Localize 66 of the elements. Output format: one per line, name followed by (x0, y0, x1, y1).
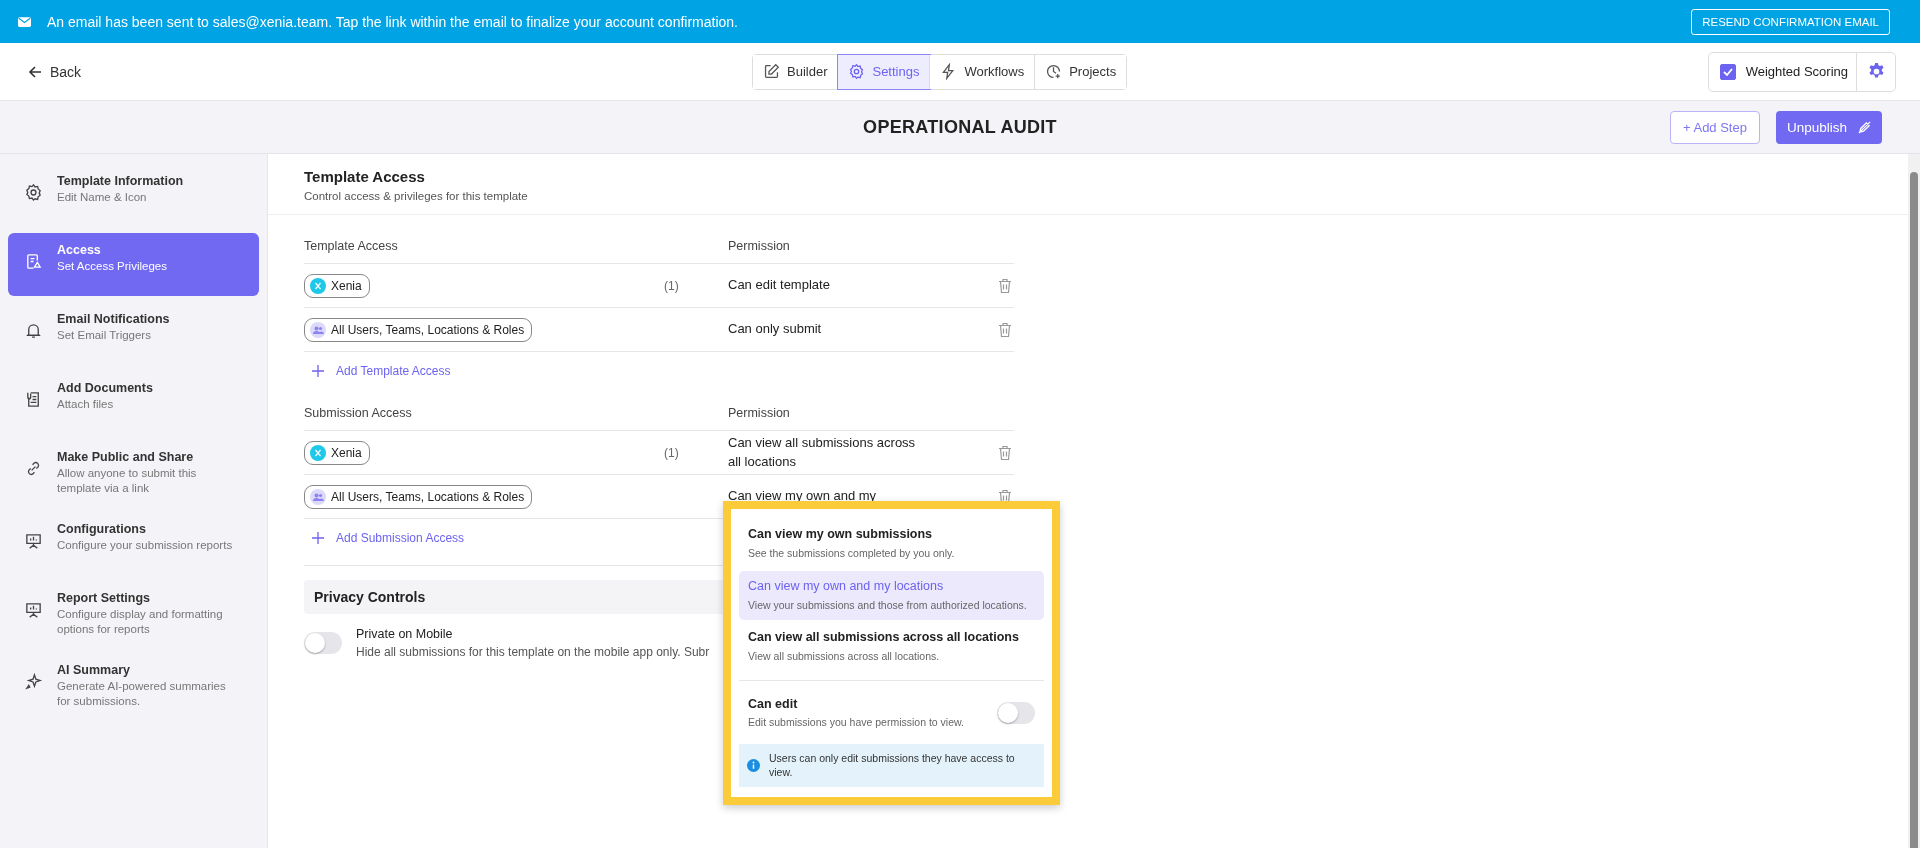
checkbox-label: Weighted Scoring (1745, 64, 1848, 79)
sidebar-item-subtitle: Generate AI-powered summaries for submissions. (57, 678, 227, 709)
sidebar-item-title: Configurations (57, 521, 147, 536)
sidebar-item-subtitle: Set Access Privileges (57, 259, 168, 274)
permission-text[interactable]: Can view all submissions across all locations (728, 434, 928, 471)
sidebar-item-title: Template Information (57, 174, 185, 188)
chip-label: All Users, Teams, Locations & Roles (331, 489, 525, 504)
sidebar-item-title: Make Public and Share (57, 450, 195, 464)
toggle-description: Hide all submissions for this template on the mobile app only. Subr (356, 645, 710, 659)
sidebar-item[interactable]: Email Notifications Set Email Triggers (8, 302, 259, 365)
column-header: Permission (728, 406, 791, 420)
sidebar-item-subtitle: Set Email Triggers (57, 328, 152, 343)
permission-option[interactable]: Can view my own and my locations View your submissions and those from authorized locations. (739, 570, 1044, 621)
info-text: Users can only edit submissions they have access to view. (769, 750, 1016, 781)
banner-message: An email has been sent to sales@xenia.team. Tap the link within the email to finalize your account confirmation. (47, 13, 739, 30)
permission-text[interactable]: Can only submit (728, 320, 928, 339)
add-access-link[interactable]: Add Template Access (336, 364, 451, 378)
column-header: Permission (728, 239, 791, 253)
assignee-chip[interactable]: All Users, Teams, Locations & Roles (304, 484, 533, 509)
section-subtitle: Control access & privileges for this template (304, 190, 529, 202)
option-title: Can edit (748, 697, 799, 712)
sidebar-item-title: Add Documents (57, 381, 154, 395)
section-title: Template Access (304, 168, 426, 185)
back-button[interactable]: Back (22, 62, 88, 81)
toggle-label: Private on Mobile (356, 627, 454, 641)
nav-tab[interactable]: Workflows (930, 54, 1036, 89)
sidebar-item-subtitle: Edit Name & Icon (57, 190, 148, 205)
sidebar-item-title: AI Summary (57, 662, 131, 677)
sidebar-item[interactable]: Configurations Configure your submission reports (8, 511, 259, 575)
sidebar-item[interactable]: AI Summary Generate AI-powered summaries for submissions. (8, 652, 259, 719)
sidebar-item-subtitle: Attach files (57, 397, 115, 412)
add-access-link[interactable]: Add Submission Access (336, 531, 465, 545)
permission-option[interactable]: Can view all submissions across all locations View all submissions across all locations. (739, 622, 1044, 673)
permission-text[interactable]: Can edit template (728, 276, 928, 295)
chip-label: Xenia (331, 278, 362, 293)
sidebar-item[interactable]: Template Information Edit Name & Icon (8, 164, 259, 227)
unpublish-button[interactable]: Unpublish (1775, 110, 1882, 144)
page-title: OPERATIONAL AUDIT (863, 116, 1057, 138)
sidebar-item[interactable]: Report Settings Configure display and formatting options for reports (8, 580, 259, 647)
option-description: View all submissions across all locations. (748, 649, 941, 665)
option-description: Edit submissions you have permission to view. (748, 715, 964, 730)
add-step-button[interactable]: + Add Step (1669, 110, 1760, 144)
option-title: Can view my own submissions (748, 527, 934, 541)
column-header: Submission Access (304, 406, 413, 420)
permission-option[interactable]: Can view my own submissions See the submissions completed by you only. (739, 519, 1044, 569)
sidebar-item[interactable]: Make Public and Share Allow anyone to submit this template via a link (8, 440, 259, 506)
column-header: Template Access (304, 239, 399, 253)
assignee-chip[interactable]: All Users, Teams, Locations & Roles (304, 317, 533, 342)
sidebar-item-title: Email Notifications (57, 312, 171, 326)
chip-label: All Users, Teams, Locations & Roles (331, 322, 525, 337)
option-title: Can view my own and my locations (748, 578, 945, 593)
chip-label: Xenia (331, 445, 362, 460)
sidebar-item-subtitle: Allow anyone to submit this template via a link (57, 466, 198, 496)
sidebar-item-title: Access (57, 243, 102, 257)
member-count: (1) (664, 445, 679, 460)
assignee-chip[interactable]: Xenia (304, 273, 370, 298)
sidebar-item-subtitle: Configure display and formatting options for reports (57, 606, 224, 637)
sidebar-item-title: Report Settings (57, 590, 152, 605)
nav-tab[interactable]: Settings (838, 54, 931, 89)
sidebar-item-subtitle: Configure your submission reports (57, 537, 234, 553)
option-description: See the submissions completed by you only. (748, 546, 956, 561)
sidebar-item[interactable]: Access Set Access Privileges (8, 233, 259, 296)
assignee-chip[interactable]: Xenia (304, 440, 370, 465)
option-title: Can view all submissions across all locations (748, 630, 1020, 645)
member-count: (1) (664, 278, 679, 293)
sidebar-item[interactable]: Add Documents Attach files (8, 371, 259, 434)
